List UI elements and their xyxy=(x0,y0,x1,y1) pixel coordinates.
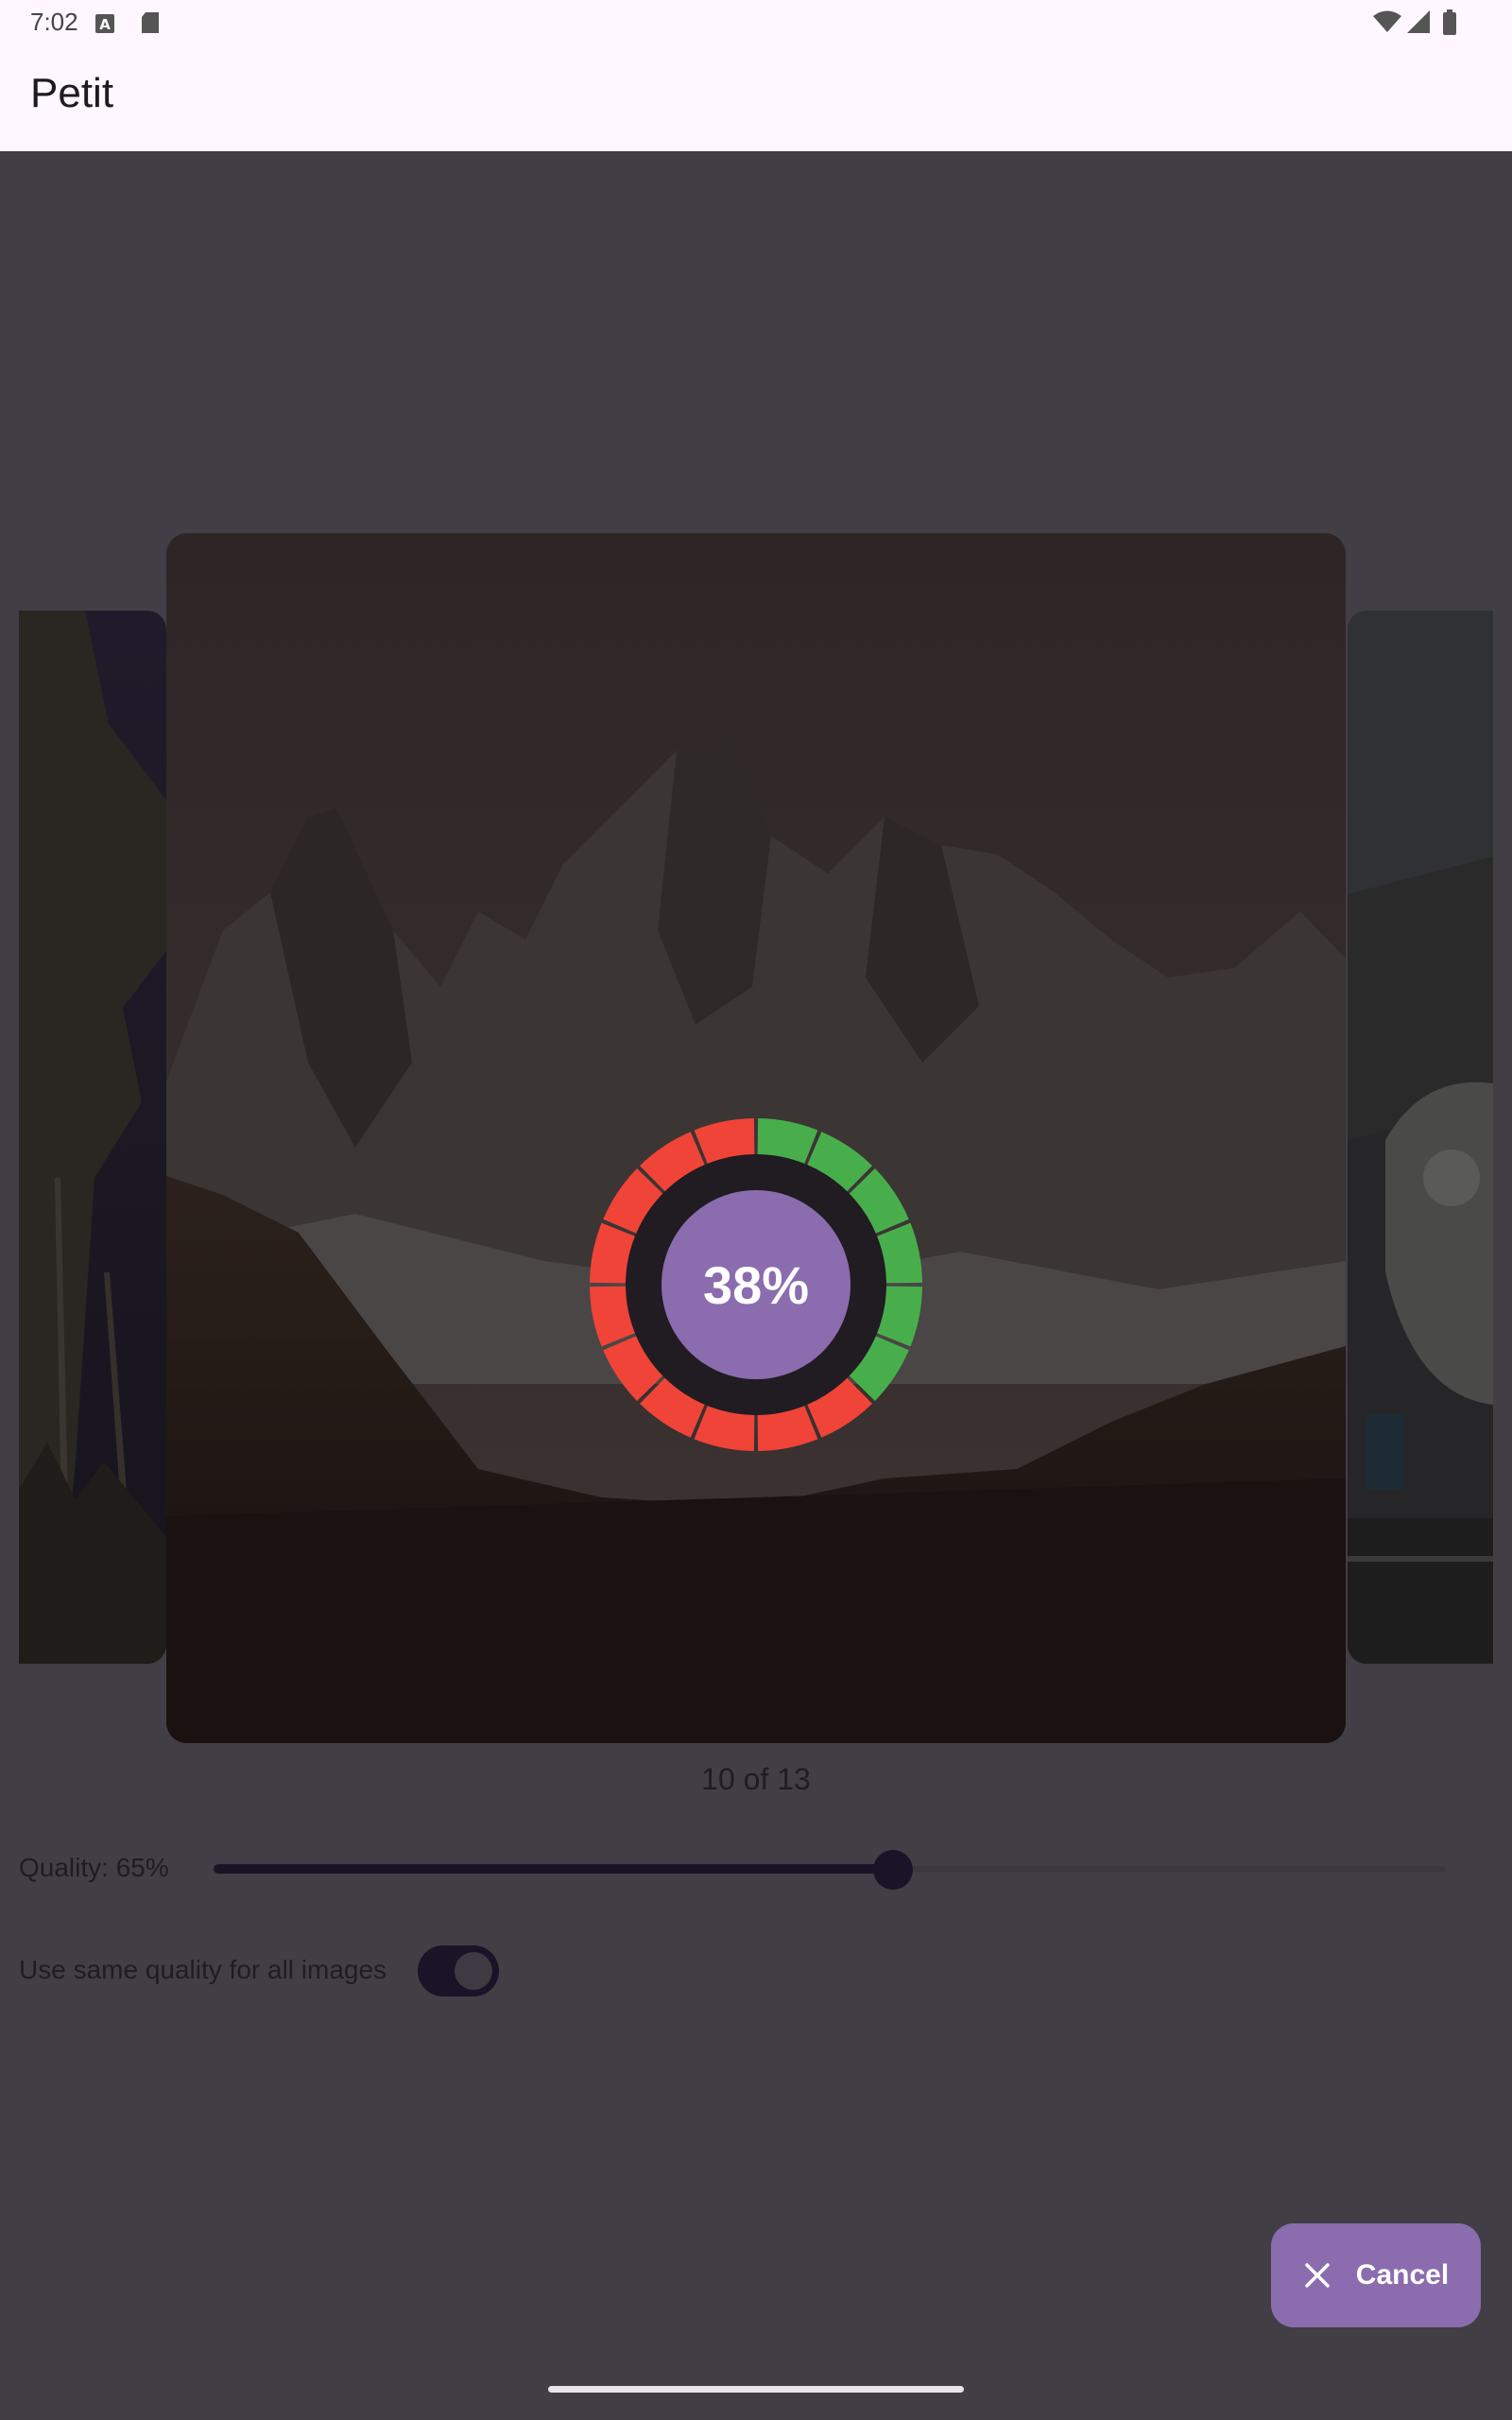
slider-active-track xyxy=(214,1864,893,1874)
forest-image xyxy=(19,611,166,1664)
carousel-next-image[interactable] xyxy=(1348,611,1493,1664)
image-counter: 10 of 13 xyxy=(701,1762,811,1796)
cellular-signal-icon xyxy=(1406,9,1431,41)
keyboard-notification-icon: A xyxy=(94,11,115,41)
home-indicator xyxy=(548,2386,964,2393)
toggle-knob xyxy=(455,1952,492,1990)
same-quality-label: Use same quality for all images xyxy=(19,1955,387,1984)
spaceship-image xyxy=(1348,611,1493,1664)
quality-label: Quality: 65% xyxy=(19,1853,169,1882)
cancel-button[interactable]: Cancel xyxy=(1271,2223,1481,2327)
quality-slider[interactable] xyxy=(214,1847,1446,1893)
battery-icon xyxy=(1442,9,1457,43)
cancel-button-label: Cancel xyxy=(1355,2259,1450,2290)
slider-thumb[interactable] xyxy=(872,1850,913,1890)
app-bar: Petit xyxy=(0,45,1512,151)
status-bar: 7:02 A xyxy=(0,0,1512,45)
same-quality-toggle[interactable] xyxy=(418,1945,499,1996)
status-time: 7:02 xyxy=(30,8,78,36)
close-icon xyxy=(1305,2263,1330,2288)
carousel-previous-image[interactable] xyxy=(19,611,166,1664)
wifi-icon xyxy=(1372,9,1402,41)
app-title: Petit xyxy=(30,70,114,116)
progress-percentage: 38% xyxy=(662,1190,850,1379)
sd-card-icon xyxy=(140,11,161,41)
svg-text:A: A xyxy=(99,16,111,33)
